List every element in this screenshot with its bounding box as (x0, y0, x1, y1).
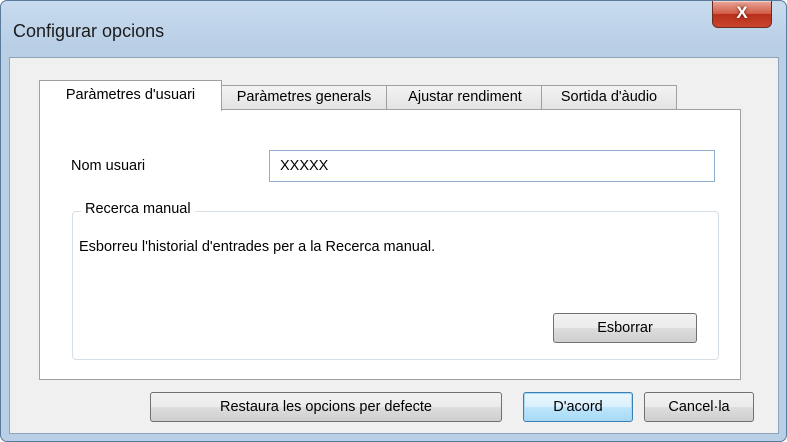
tab-panel-user-settings: Nom usuari Recerca manual Esborreu l'his… (39, 109, 741, 380)
tab-audio-output[interactable]: Sortida d'àudio (541, 85, 677, 109)
tab-user-settings[interactable]: Paràmetres d'usuari (39, 80, 222, 111)
cancel-button[interactable]: Cancel·la (644, 392, 754, 422)
restore-defaults-button[interactable]: Restaura les opcions per defecte (150, 392, 502, 422)
username-input[interactable] (269, 150, 715, 182)
manual-search-group-title: Recerca manual (81, 201, 195, 217)
dialog-client-area: Paràmetres d'usuari Paràmetres generals … (9, 57, 779, 434)
ok-button[interactable]: D'acord (523, 392, 633, 422)
dialog-window: Configurar opcions X Paràmetres d'usuari… (0, 0, 787, 442)
clear-history-button[interactable]: Esborrar (553, 313, 697, 343)
close-button[interactable]: X (712, 1, 772, 28)
manual-search-group: Recerca manual Esborreu l'historial d'en… (72, 201, 719, 360)
username-label: Nom usuari (71, 158, 146, 174)
close-icon: X (736, 3, 748, 22)
manual-search-description: Esborreu l'historial d'entrades per a la… (79, 239, 436, 255)
window-title: Configurar opcions (13, 21, 165, 41)
tab-performance[interactable]: Ajustar rendiment (386, 85, 544, 109)
tab-general-settings[interactable]: Paràmetres generals (219, 85, 389, 109)
